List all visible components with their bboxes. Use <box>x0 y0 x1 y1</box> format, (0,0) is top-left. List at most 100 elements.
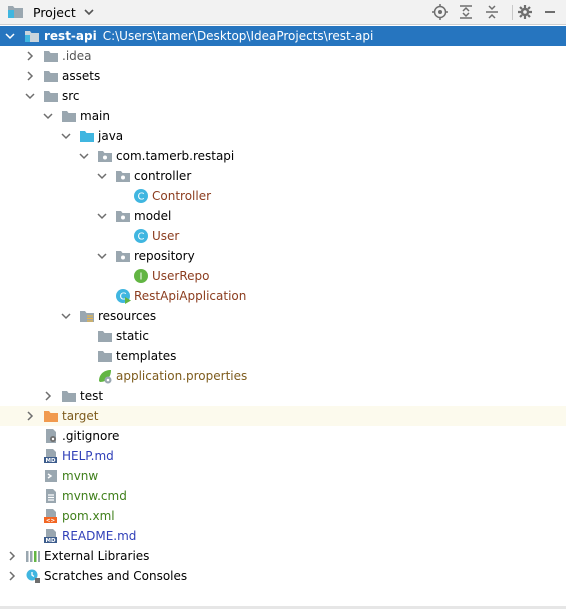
folder-icon <box>98 351 112 362</box>
tree-item-templates[interactable]: templates <box>0 346 566 366</box>
tree-item-user-class[interactable]: C User <box>0 226 566 246</box>
svg-text:C: C <box>138 232 145 243</box>
tree-item-label: Controller <box>152 189 212 203</box>
tree-item-controller-class[interactable]: C Controller <box>0 186 566 206</box>
chevron-down-icon[interactable] <box>97 171 107 181</box>
folder-icon <box>44 51 58 62</box>
spring-boot-class-icon: C <box>116 289 131 304</box>
chevron-right-icon[interactable] <box>25 411 35 421</box>
tree-item-label: controller <box>134 169 192 183</box>
tree-item-mvnw[interactable]: mvnw <box>0 466 566 486</box>
project-view-icon <box>8 6 23 18</box>
tree-item-src[interactable]: src <box>0 86 566 106</box>
chevron-right-icon[interactable] <box>7 551 17 561</box>
collapse-all-icon[interactable] <box>483 3 501 21</box>
maven-file-icon: <> <box>44 509 57 524</box>
folder-icon <box>62 111 76 122</box>
tree-item-label: model <box>134 209 172 223</box>
tree-item-java[interactable]: java <box>0 126 566 146</box>
tree-item-rest-api-application[interactable]: C RestApiApplication <box>0 286 566 306</box>
tree-item-main[interactable]: main <box>0 106 566 126</box>
chevron-right-icon[interactable] <box>7 571 17 581</box>
package-icon <box>116 171 130 182</box>
project-view-title[interactable]: Project <box>33 5 76 20</box>
markdown-file-icon: MD <box>44 529 57 544</box>
tree-item-label: HELP.md <box>62 449 114 463</box>
chevron-down-icon[interactable] <box>61 131 71 141</box>
svg-text:C: C <box>138 192 145 203</box>
tree-item-idea[interactable]: .idea <box>0 46 566 66</box>
tree-item-label: User <box>152 229 180 243</box>
tree-item-label: External Libraries <box>44 549 150 563</box>
tree-item-controller-dir[interactable]: controller <box>0 166 566 186</box>
tree-item-readme-md[interactable]: MD README.md <box>0 526 566 546</box>
tree-item-resources[interactable]: resources <box>0 306 566 326</box>
tree-item-label: .idea <box>62 49 92 63</box>
locate-icon[interactable] <box>431 3 449 21</box>
tree-item-model-dir[interactable]: model <box>0 206 566 226</box>
tree-item-label: com.tamerb.restapi <box>116 149 235 163</box>
tree-item-label: templates <box>116 349 177 363</box>
shell-script-icon <box>45 470 57 482</box>
package-icon <box>116 251 130 262</box>
project-toolbar: Project <box>0 0 566 25</box>
package-icon <box>98 151 112 162</box>
toolbar-separator <box>512 5 513 20</box>
tree-item-label: .gitignore <box>62 429 120 443</box>
svg-text:MD: MD <box>45 458 55 464</box>
tree-item-label: test <box>80 389 104 403</box>
chevron-down-icon[interactable] <box>97 211 107 221</box>
tree-item-external-libraries[interactable]: External Libraries <box>0 546 566 566</box>
tree-item-rest-api[interactable]: rest-api C:\Users\tamer\Desktop\IdeaProje… <box>0 26 566 46</box>
svg-text:<>: <> <box>46 518 56 524</box>
tree-item-label: resources <box>98 309 157 323</box>
tree-item-assets[interactable]: assets <box>0 66 566 86</box>
chevron-right-icon[interactable] <box>25 71 35 81</box>
folder-icon <box>44 71 58 82</box>
class-icon: C <box>134 189 148 203</box>
tree-item-static[interactable]: static <box>0 326 566 346</box>
chevron-down-icon[interactable] <box>79 151 89 161</box>
chevron-right-icon[interactable] <box>25 51 35 61</box>
tree-item-label: mvnw <box>62 469 99 483</box>
chevron-right-icon[interactable] <box>43 391 53 401</box>
tree-item-mvnw-cmd[interactable]: mvnw.cmd <box>0 486 566 506</box>
tree-item-userrepo[interactable]: I UserRepo <box>0 266 566 286</box>
folder-icon <box>44 91 58 102</box>
tree-item-pom-xml[interactable]: <> pom.xml <box>0 506 566 526</box>
folder-icon <box>62 391 76 402</box>
tree-item-label: application.properties <box>116 369 248 383</box>
svg-text:MD: MD <box>45 538 55 544</box>
tree-item-repository-dir[interactable]: repository <box>0 246 566 266</box>
chevron-down-icon[interactable] <box>25 91 35 101</box>
gitignore-file-icon <box>46 429 56 443</box>
chevron-down-icon[interactable] <box>5 31 15 41</box>
tree-item-scratches[interactable]: Scratches and Consoles <box>0 566 566 586</box>
interface-icon: I <box>134 269 148 283</box>
gear-icon[interactable] <box>516 3 534 21</box>
svg-text:I: I <box>140 272 143 283</box>
chevron-down-icon[interactable] <box>43 111 53 121</box>
tree-item-package[interactable]: com.tamerb.restapi <box>0 146 566 166</box>
hide-icon[interactable] <box>541 3 559 21</box>
tree-item-label: pom.xml <box>62 509 115 523</box>
libraries-icon <box>26 551 40 562</box>
tree-item-test[interactable]: test <box>0 386 566 406</box>
module-folder-icon <box>25 31 39 42</box>
tree-item-target[interactable]: target <box>0 406 566 426</box>
tree-item-label: src <box>62 89 80 103</box>
chevron-down-icon[interactable] <box>97 251 107 261</box>
folder-icon <box>98 331 112 342</box>
tree-item-label: static <box>116 329 149 343</box>
tree-item-label: repository <box>134 249 195 263</box>
chevron-down-icon[interactable] <box>61 311 71 321</box>
project-path: C:\Users\tamer\Desktop\IdeaProjects\rest… <box>102 29 374 43</box>
tree-item-label: java <box>98 129 124 143</box>
tree-item-gitignore[interactable]: .gitignore <box>0 426 566 446</box>
chevron-down-icon[interactable] <box>84 8 94 16</box>
tree-item-application-properties[interactable]: application.properties <box>0 366 566 386</box>
tree-item-help-md[interactable]: MD HELP.md <box>0 446 566 466</box>
markdown-file-icon: MD <box>44 449 57 464</box>
expand-all-icon[interactable] <box>457 3 475 21</box>
tree-item-label: README.md <box>62 529 137 543</box>
